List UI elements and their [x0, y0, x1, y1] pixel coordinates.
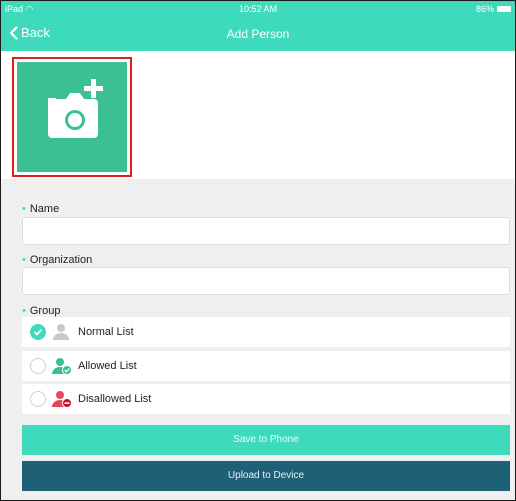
organization-label-text: Organization: [29, 254, 93, 266]
battery-indicator: 86%: [476, 4, 511, 14]
allowed-person-icon: [52, 358, 72, 375]
radio-selected-icon[interactable]: [30, 324, 46, 340]
save-to-phone-button[interactable]: Save to Phone: [22, 425, 510, 455]
name-label: • Name: [22, 203, 59, 215]
photo-selection-highlight: [12, 57, 132, 177]
status-bar: iPad ◠ 10:52 AM 86%: [1, 1, 515, 17]
disallowed-person-icon: [52, 391, 72, 408]
person-icon: [53, 324, 69, 340]
group-option-normal[interactable]: Normal List: [22, 317, 510, 347]
required-dot: •: [22, 305, 26, 317]
battery-percent: 86%: [475, 4, 494, 14]
organization-field[interactable]: [22, 267, 510, 295]
upload-to-device-button[interactable]: Upload to Device: [22, 461, 510, 491]
screen: iPad ◠ 10:52 AM 86% Back Add Person • Na…: [0, 0, 516, 501]
name-label-text: Name: [29, 203, 60, 215]
organization-label: • Organization: [22, 254, 92, 266]
battery-icon: [497, 6, 511, 12]
group-label-text: Group: [29, 305, 61, 317]
navigation-bar: Back Add Person: [1, 17, 515, 51]
group-option-label: Normal List: [78, 326, 134, 338]
radio-unselected-icon[interactable]: [30, 358, 46, 374]
add-photo-camera-icon: [48, 79, 103, 138]
add-photo-button[interactable]: [17, 62, 127, 172]
photo-section: [1, 51, 515, 179]
group-option-allowed[interactable]: Allowed List: [22, 351, 510, 381]
required-dot: •: [22, 254, 26, 266]
group-option-label: Disallowed List: [78, 393, 152, 405]
radio-unselected-icon[interactable]: [30, 391, 46, 407]
person-form: • Name • Organization • Group Normal List: [1, 179, 515, 500]
group-option-disallowed[interactable]: Disallowed List: [22, 384, 510, 414]
group-label: • Group: [22, 305, 60, 317]
page-title: Add Person: [226, 27, 290, 41]
group-option-label: Allowed List: [78, 360, 137, 372]
clock: 10:52 AM: [238, 4, 278, 14]
name-field[interactable]: [22, 217, 510, 245]
checkmark-icon: [33, 328, 43, 336]
required-dot: •: [22, 203, 26, 215]
